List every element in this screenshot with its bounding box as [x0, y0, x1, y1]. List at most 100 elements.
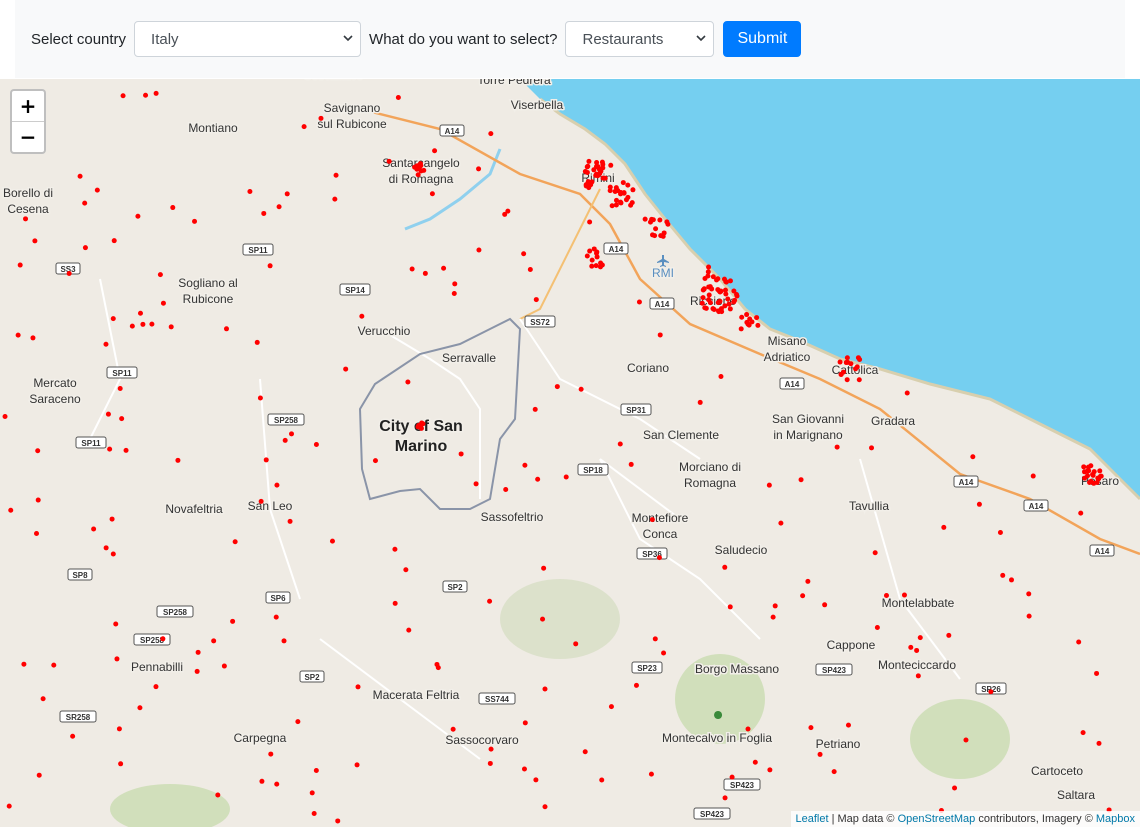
restaurant-marker[interactable] — [600, 175, 606, 181]
restaurant-marker[interactable] — [636, 299, 642, 305]
restaurant-marker[interactable] — [653, 226, 659, 232]
restaurant-marker[interactable] — [488, 131, 494, 137]
restaurant-marker[interactable] — [261, 210, 267, 216]
restaurant-marker[interactable] — [573, 641, 579, 647]
restaurant-marker[interactable] — [587, 248, 593, 254]
restaurant-marker[interactable] — [805, 578, 811, 584]
restaurant-marker[interactable] — [318, 115, 324, 121]
restaurant-marker[interactable] — [257, 395, 263, 401]
restaurant-marker[interactable] — [988, 689, 994, 695]
restaurant-marker[interactable] — [658, 233, 664, 239]
restaurant-marker[interactable] — [633, 682, 639, 688]
restaurant-marker[interactable] — [563, 474, 569, 480]
restaurant-marker[interactable] — [355, 684, 361, 690]
restaurant-marker[interactable] — [395, 94, 401, 100]
restaurant-marker[interactable] — [335, 818, 341, 824]
restaurant-marker[interactable] — [137, 310, 143, 316]
restaurant-marker[interactable] — [301, 124, 307, 130]
restaurant-marker[interactable] — [168, 324, 174, 330]
restaurant-marker[interactable] — [232, 539, 238, 545]
restaurant-marker[interactable] — [594, 160, 600, 166]
restaurant-marker[interactable] — [522, 720, 528, 726]
restaurant-marker[interactable] — [731, 299, 737, 305]
restaurant-marker[interactable] — [527, 266, 533, 272]
restaurant-marker[interactable] — [51, 662, 57, 668]
restaurant-marker[interactable] — [729, 774, 735, 780]
restaurant-marker[interactable] — [23, 216, 29, 222]
restaurant-marker[interactable] — [831, 769, 837, 775]
restaurant-marker[interactable] — [114, 656, 120, 662]
restaurant-marker[interactable] — [140, 321, 146, 327]
restaurant-marker[interactable] — [487, 598, 493, 604]
restaurant-marker[interactable] — [8, 507, 14, 513]
restaurant-marker[interactable] — [914, 647, 920, 653]
restaurant-marker[interactable] — [723, 279, 729, 285]
restaurant-marker[interactable] — [1000, 572, 1006, 578]
restaurant-marker[interactable] — [727, 306, 733, 312]
restaurant-marker[interactable] — [848, 361, 854, 367]
restaurant-marker[interactable] — [718, 374, 724, 380]
restaurant-marker[interactable] — [699, 300, 705, 306]
restaurant-marker[interactable] — [717, 289, 723, 295]
restaurant-marker[interactable] — [274, 781, 280, 787]
restaurant-marker[interactable] — [618, 200, 624, 206]
restaurant-marker[interactable] — [34, 530, 40, 536]
restaurant-marker[interactable] — [623, 197, 629, 203]
restaurant-marker[interactable] — [598, 168, 604, 174]
restaurant-marker[interactable] — [1094, 670, 1100, 676]
restaurant-marker[interactable] — [119, 416, 125, 422]
restaurant-marker[interactable] — [21, 661, 27, 667]
restaurant-marker[interactable] — [642, 216, 648, 222]
restaurant-marker[interactable] — [800, 593, 806, 599]
restaurant-marker[interactable] — [429, 191, 435, 197]
restaurant-marker[interactable] — [15, 332, 21, 338]
restaurant-marker[interactable] — [120, 93, 126, 99]
restaurant-marker[interactable] — [487, 760, 493, 766]
restaurant-marker[interactable] — [772, 603, 778, 609]
restaurant-marker[interactable] — [441, 265, 447, 271]
restaurant-marker[interactable] — [406, 627, 412, 633]
restaurant-marker[interactable] — [221, 663, 227, 669]
restaurant-marker[interactable] — [409, 266, 415, 272]
restaurant-marker[interactable] — [598, 260, 604, 266]
restaurant-marker[interactable] — [521, 766, 527, 772]
restaurant-marker[interactable] — [722, 795, 728, 801]
restaurant-marker[interactable] — [1026, 613, 1032, 619]
restaurant-marker[interactable] — [915, 673, 921, 679]
restaurant-marker[interactable] — [259, 778, 265, 784]
restaurant-marker[interactable] — [1030, 473, 1036, 479]
restaurant-marker[interactable] — [503, 487, 509, 493]
restaurant-marker[interactable] — [386, 158, 392, 164]
restaurant-marker[interactable] — [700, 295, 706, 301]
restaurant-marker[interactable] — [854, 364, 860, 370]
type-select[interactable]: Restaurants — [565, 21, 715, 57]
restaurant-marker[interactable] — [284, 191, 290, 197]
restaurant-marker[interactable] — [838, 371, 844, 377]
map-container[interactable]: Cesenatico Torre Pedrera Viserbella Savigna… — [0, 79, 1140, 827]
restaurant-marker[interactable] — [313, 768, 319, 774]
restaurant-marker[interactable] — [6, 803, 12, 809]
restaurant-marker[interactable] — [715, 276, 721, 282]
restaurant-marker[interactable] — [817, 751, 823, 757]
restaurant-marker[interactable] — [664, 219, 670, 225]
restaurant-marker[interactable] — [263, 457, 269, 463]
osm-link[interactable]: OpenStreetMap — [898, 813, 976, 825]
restaurant-marker[interactable] — [287, 518, 293, 524]
restaurant-marker[interactable] — [554, 384, 560, 390]
restaurant-marker[interactable] — [722, 287, 728, 293]
restaurant-marker[interactable] — [844, 377, 850, 383]
zoom-out-button[interactable]: − — [12, 121, 44, 152]
restaurant-marker[interactable] — [997, 529, 1003, 535]
restaurant-marker[interactable] — [332, 196, 338, 202]
restaurant-marker[interactable] — [745, 726, 751, 732]
restaurant-marker[interactable] — [661, 650, 667, 656]
restaurant-marker[interactable] — [17, 262, 23, 268]
restaurant-marker[interactable] — [418, 425, 424, 431]
restaurant-marker[interactable] — [908, 644, 914, 650]
restaurant-marker[interactable] — [137, 705, 143, 711]
restaurant-marker[interactable] — [110, 316, 116, 322]
country-select[interactable]: Italy — [134, 21, 362, 57]
restaurant-marker[interactable] — [118, 761, 124, 767]
restaurant-marker[interactable] — [747, 316, 753, 322]
restaurant-marker[interactable] — [160, 300, 166, 306]
